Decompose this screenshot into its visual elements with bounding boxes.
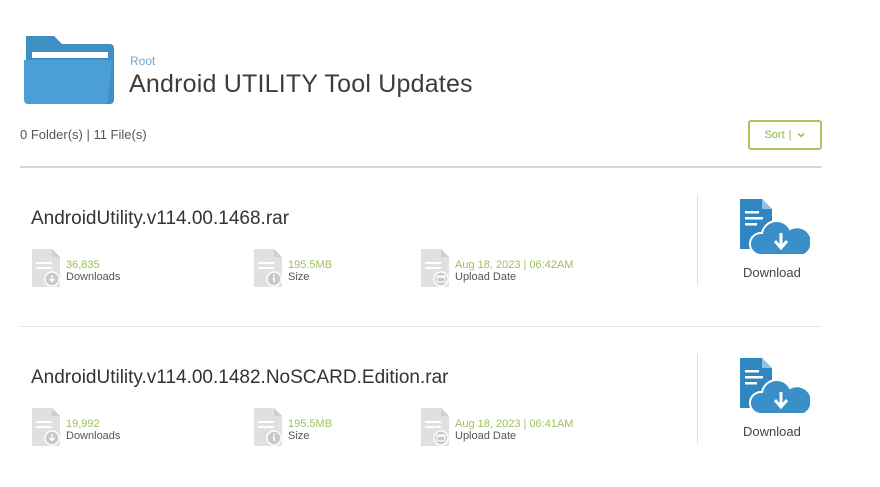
downloads-label: Downloads (66, 271, 121, 283)
downloads-count: 19,992 (66, 418, 100, 430)
file-date-icon (421, 249, 449, 287)
upload-date: Aug 18, 2023 | 06:41AM (455, 418, 574, 430)
file-size-icon (254, 249, 282, 287)
header-divider (20, 166, 822, 168)
download-button[interactable]: Download (738, 356, 818, 452)
file-size-icon (254, 408, 282, 446)
file-row: AndroidUtility.v114.00.1482.NoSCARD.Edit… (0, 354, 880, 487)
upload-date: Aug 18, 2023 | 06:42AM (455, 259, 574, 271)
file-date-icon (421, 408, 449, 446)
download-button[interactable]: Download (738, 197, 818, 293)
folder-icon (24, 36, 114, 104)
chevron-down-icon (797, 133, 804, 138)
file-size: 195.5MB (288, 418, 333, 430)
download-icon (740, 199, 810, 256)
item-count: 0 Folder(s) | 11 File(s) (20, 127, 147, 142)
file-row: AndroidUtility.v114.00.1468.rar 36,835 D… (0, 195, 880, 328)
downloads-label: Downloads (66, 430, 121, 442)
file-downloads-icon (32, 408, 60, 446)
row-divider (20, 326, 822, 327)
date-meta: Aug 18, 2023 | 06:41AM Upload Date (420, 407, 573, 447)
upload-date-label: Upload Date (455, 430, 517, 442)
column-divider (697, 354, 698, 444)
sort-label: Sort (764, 129, 785, 141)
page-title: Android UTILITY Tool Updates (129, 70, 473, 98)
file-size: 195.5MB (288, 259, 333, 271)
date-meta: Aug 18, 2023 | 06:42AM Upload Date (420, 248, 573, 288)
downloads-meta: 19,992 Downloads (31, 407, 120, 447)
downloads-count: 36,835 (66, 259, 100, 271)
file-name-link[interactable]: AndroidUtility.v114.00.1468.rar (31, 208, 289, 230)
download-icon (740, 358, 810, 415)
file-downloads-icon (32, 249, 60, 287)
size-meta: 195.5MB Size (253, 407, 332, 447)
size-meta: 195.5MB Size (253, 248, 332, 288)
sort-separator: | (788, 129, 792, 141)
sort-button[interactable]: Sort | (748, 120, 822, 150)
downloads-meta: 36,835 Downloads (31, 248, 120, 288)
size-label: Size (288, 430, 310, 442)
upload-date-label: Upload Date (455, 271, 517, 283)
file-name-link[interactable]: AndroidUtility.v114.00.1482.NoSCARD.Edit… (31, 367, 449, 389)
column-divider (697, 195, 698, 285)
breadcrumb[interactable]: Root (130, 54, 155, 68)
download-label: Download (743, 265, 801, 280)
size-label: Size (288, 271, 310, 283)
download-label: Download (743, 424, 801, 439)
